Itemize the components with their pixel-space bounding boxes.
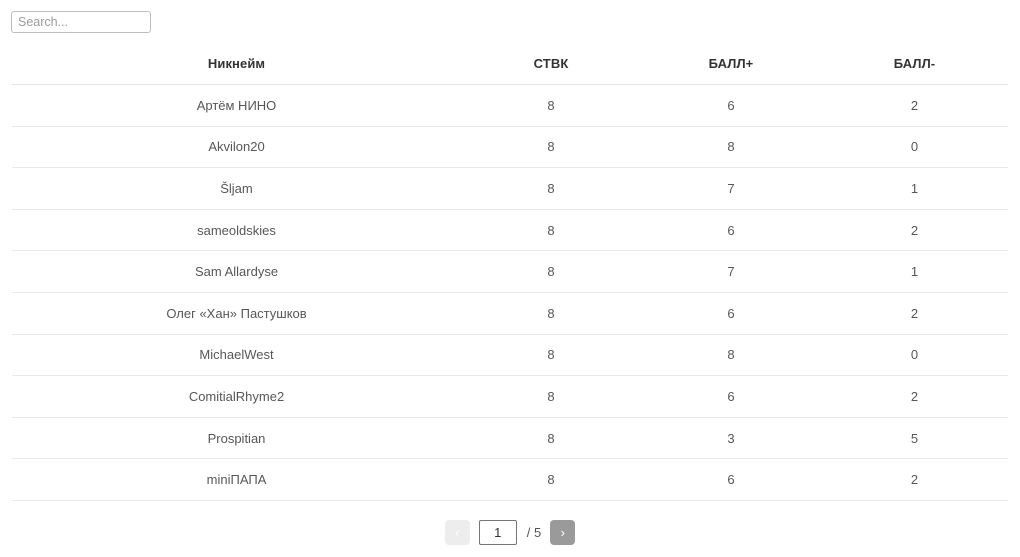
table-row: Prospitian 8 3 5 [12,417,1008,460]
cell-nickname: Олег «Хан» Пастушков [12,292,461,335]
cell-plus: 8 [641,126,821,169]
cell-plus: 8 [641,334,821,377]
cell-stvk: 8 [461,209,641,252]
cell-minus: 5 [821,417,1008,460]
column-header-plus[interactable]: БАЛЛ+ [641,33,821,85]
table-body: Артём НИНО 8 6 2 Akvilon20 8 8 0 Šljam 8… [12,84,1008,501]
total-pages-label: / 5 [526,525,542,541]
cell-plus: 6 [641,292,821,335]
leaderboard-page: Никнейм СТВК БАЛЛ+ БАЛЛ- Артём НИНО 8 6 … [0,0,1020,556]
page-number-input[interactable] [478,520,517,546]
cell-plus: 6 [641,458,821,501]
cell-minus: 1 [821,250,1008,293]
column-header-stvk[interactable]: СТВК [461,33,641,85]
cell-plus: 7 [641,167,821,210]
cell-stvk: 8 [461,292,641,335]
search-row [0,0,1020,33]
cell-minus: 2 [821,84,1008,127]
cell-nickname: Sam Allardyse [12,250,461,293]
table-header-row: Никнейм СТВК БАЛЛ+ БАЛЛ- [12,33,1008,85]
previous-page-button[interactable]: ‹ [444,520,470,546]
table-row: Šljam 8 7 1 [12,167,1008,210]
table-row: ComitialRhyme2 8 6 2 [12,375,1008,418]
cell-stvk: 8 [461,334,641,377]
table-row: Akvilon20 8 8 0 [12,126,1008,169]
cell-nickname: ComitialRhyme2 [12,375,461,418]
search-input[interactable] [11,11,151,33]
cell-nickname: Prospitian [12,417,461,460]
table-row: sameoldskies 8 6 2 [12,209,1008,252]
cell-minus: 1 [821,167,1008,210]
cell-stvk: 8 [461,167,641,210]
cell-plus: 7 [641,250,821,293]
column-header-minus[interactable]: БАЛЛ- [821,33,1008,85]
pagination: ‹ / 5 › [0,501,1020,557]
cell-minus: 0 [821,126,1008,169]
table-row: MichaelWest 8 8 0 [12,334,1008,377]
table-row: miniПАПА 8 6 2 [12,458,1008,501]
leaderboard-table: Никнейм СТВК БАЛЛ+ БАЛЛ- Артём НИНО 8 6 … [12,33,1008,501]
cell-plus: 6 [641,375,821,418]
cell-stvk: 8 [461,84,641,127]
cell-minus: 2 [821,209,1008,252]
table-container: Никнейм СТВК БАЛЛ+ БАЛЛ- Артём НИНО 8 6 … [12,33,1008,501]
table-row: Sam Allardyse 8 7 1 [12,250,1008,293]
cell-nickname: Akvilon20 [12,126,461,169]
cell-nickname: Артём НИНО [12,84,461,127]
next-page-button[interactable]: › [550,520,576,546]
cell-plus: 6 [641,84,821,127]
column-header-nickname[interactable]: Никнейм [12,33,461,85]
cell-minus: 0 [821,334,1008,377]
table-header: Никнейм СТВК БАЛЛ+ БАЛЛ- [12,33,1008,85]
cell-stvk: 8 [461,458,641,501]
cell-stvk: 8 [461,375,641,418]
cell-nickname: sameoldskies [12,209,461,252]
cell-stvk: 8 [461,417,641,460]
table-row: Артём НИНО 8 6 2 [12,84,1008,127]
table-row: Олег «Хан» Пастушков 8 6 2 [12,292,1008,335]
cell-minus: 2 [821,375,1008,418]
cell-nickname: Šljam [12,167,461,210]
cell-stvk: 8 [461,250,641,293]
cell-plus: 3 [641,417,821,460]
cell-nickname: MichaelWest [12,334,461,377]
cell-minus: 2 [821,458,1008,501]
cell-minus: 2 [821,292,1008,335]
cell-stvk: 8 [461,126,641,169]
cell-plus: 6 [641,209,821,252]
cell-nickname: miniПАПА [12,458,461,501]
